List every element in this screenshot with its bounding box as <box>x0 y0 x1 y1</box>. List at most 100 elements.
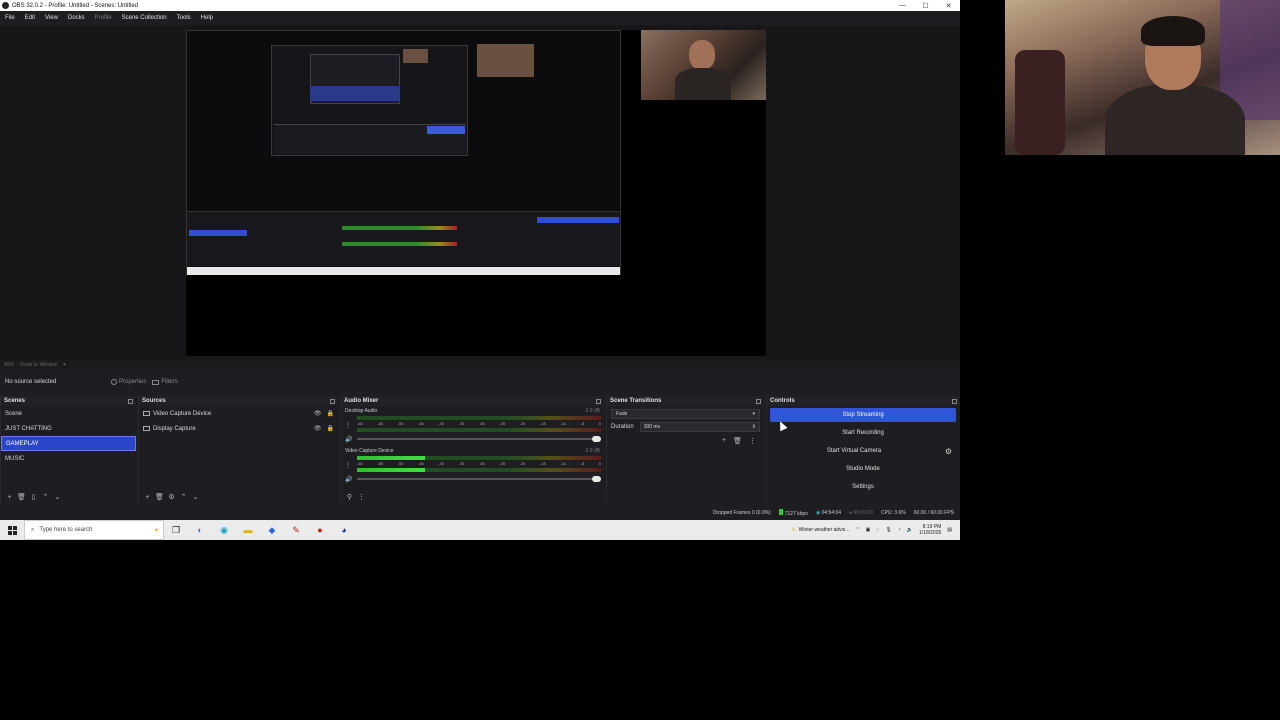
add-icon[interactable]: + <box>143 494 152 501</box>
lock-icon[interactable]: 🔒 <box>327 425 334 432</box>
weather-widget[interactable]: ⚠ Winter weather advis... <box>791 527 849 533</box>
volume-slider[interactable] <box>357 436 601 442</box>
transition-select[interactable]: Fade ▾ <box>611 409 760 419</box>
menu-dots-icon[interactable]: ⋮ <box>357 493 366 501</box>
arrow-up-icon[interactable]: ⌃ <box>41 493 50 501</box>
steam-icon[interactable]: ◕ <box>332 525 356 535</box>
scene-item[interactable]: JUST CHATTING <box>1 421 136 436</box>
lock-icon[interactable]: 🔒 <box>327 410 334 417</box>
start-virtual-camera-button[interactable]: Start Virtual Camera <box>770 444 938 458</box>
source-item[interactable]: Video Capture Device 👁 🔒 <box>139 406 338 421</box>
duration-input[interactable]: 300 ms ⇕ <box>639 422 760 432</box>
arrow-down-icon[interactable]: ⌄ <box>191 493 200 501</box>
pen-app-icon[interactable]: ✎ <box>284 525 308 536</box>
notification-icon[interactable]: ▤ <box>947 527 952 533</box>
close-button[interactable]: ✕ <box>937 2 960 10</box>
meter-tick-label: -55 <box>377 461 384 466</box>
taskbar-search[interactable]: ⌕ Type here to search ✦ <box>24 520 164 540</box>
source-item[interactable]: Display Capture 👁 🔒 <box>139 421 338 436</box>
menu-dots-icon[interactable]: ⋮ <box>749 437 756 445</box>
gear-icon[interactable]: ⚙ <box>167 493 176 501</box>
eye-icon[interactable]: 👁 <box>314 425 322 432</box>
menu-scene-collection[interactable]: Scene Collection <box>117 15 172 21</box>
gear-icon[interactable]: ⚙ <box>945 444 952 458</box>
filters-button[interactable]: Filters <box>152 379 178 385</box>
eye-icon[interactable]: 👁 <box>314 410 322 417</box>
undock-icon[interactable] <box>756 398 761 404</box>
menu-profile[interactable]: Profile <box>90 15 117 21</box>
menu-view[interactable]: View <box>40 15 63 21</box>
meter-tick-label: -20 <box>519 421 526 426</box>
stop-streaming-button[interactable]: Stop Streaming <box>770 408 956 422</box>
start-button[interactable] <box>0 525 24 535</box>
audio-mixer-dock: Audio Mixer Desktop Audio 0.0 dB -60 -55 -… <box>340 396 604 504</box>
scene-item-selected[interactable]: GAMEPLAY <box>1 436 136 451</box>
task-view-icon[interactable]: ❐ <box>164 525 188 536</box>
transition-toolbar: + 🗑 ⋮ <box>607 437 764 445</box>
menu-docks[interactable]: Docks <box>63 15 90 21</box>
microphone-icon[interactable]: 🎙 <box>885 527 891 533</box>
network-icon[interactable]: ◌ <box>876 527 879 533</box>
windows-logo-icon <box>7 525 17 535</box>
arrow-up-icon[interactable]: ⌃ <box>179 493 188 501</box>
dropped-frames: Dropped Frames 0 (0.0%) <box>712 509 771 516</box>
volume-icon[interactable]: 🔈 <box>907 527 913 533</box>
copilot-app-icon[interactable]: ◐ <box>188 525 212 535</box>
add-icon[interactable]: + <box>722 437 726 445</box>
preview-canvas[interactable] <box>186 30 766 356</box>
fps-readout: 60.00 / 60.00 FPS <box>913 509 954 516</box>
scene-item[interactable]: MUSIC <box>1 451 136 466</box>
speaker-icon[interactable]: 🔊 <box>345 476 352 483</box>
store-icon[interactable]: ◆ <box>260 525 284 536</box>
menu-edit[interactable]: Edit <box>20 15 40 21</box>
meter-ticks: -60 -55 -50 -45 -40 -35 -30 -25 -20 -15 -10 -5 0 <box>357 461 601 466</box>
scale-mode[interactable]: Scale to Window <box>20 362 57 368</box>
video-capture-preview <box>641 30 766 100</box>
undock-icon[interactable] <box>952 398 957 404</box>
camera-icon <box>143 411 150 416</box>
spinner-icon[interactable]: ⇕ <box>752 424 756 430</box>
file-explorer-icon[interactable]: ▬ <box>236 525 260 535</box>
advanced-audio-icon[interactable]: ⚲ <box>345 493 354 501</box>
chevron-down-icon: ▾ <box>752 411 755 417</box>
channel-menu-icon[interactable]: ⋮ <box>345 462 351 469</box>
volume-slider[interactable] <box>357 476 601 482</box>
bitrate-status: 7127 kbps <box>778 508 808 517</box>
undock-icon[interactable] <box>596 398 601 404</box>
add-icon[interactable]: + <box>5 494 14 501</box>
menu-tools[interactable]: Tools <box>172 15 196 21</box>
menu-help[interactable]: Help <box>196 15 218 21</box>
studio-mode-button[interactable]: Studio Mode <box>770 462 956 476</box>
zoom-level[interactable]: 45% <box>4 362 14 368</box>
scene-item[interactable]: Scene <box>1 406 136 421</box>
trash-icon[interactable]: 🗑 <box>733 437 742 445</box>
tray-app-icon[interactable]: ▣ <box>866 527 871 533</box>
trash-icon[interactable]: 🗑 <box>17 493 26 501</box>
settings-button[interactable]: Settings <box>770 480 956 494</box>
meter-tick-label: -5 <box>580 461 585 466</box>
start-recording-button[interactable]: Start Recording <box>770 426 956 440</box>
scene-transitions-dock: Scene Transitions Fade ▾ Duration 300 ms… <box>606 396 764 504</box>
minimize-button[interactable]: — <box>891 2 914 9</box>
obs-taskbar-icon[interactable]: ● <box>308 525 332 535</box>
no-source-label: No source selected <box>5 379 57 385</box>
arrow-down-icon[interactable]: ⌄ <box>53 493 62 501</box>
channel-menu-icon[interactable]: ⋮ <box>345 422 351 429</box>
filter-icon[interactable]: ▯ <box>29 493 38 501</box>
clock[interactable]: 8:19 PM 1/18/2026 <box>919 524 941 536</box>
monitor-icon <box>143 426 150 431</box>
sources-header: Sources <box>139 396 338 406</box>
transition-selected: Fade <box>616 411 628 417</box>
properties-button[interactable]: Properties <box>111 379 146 385</box>
menu-file[interactable]: File <box>0 15 20 21</box>
maximize-button[interactable]: ☐ <box>914 2 937 10</box>
meter-tick-label: -15 <box>539 461 546 466</box>
edge-icon[interactable]: ◉ <box>212 525 236 536</box>
speaker-icon[interactable]: 🔊 <box>345 436 352 443</box>
undock-icon[interactable] <box>128 398 133 404</box>
chevron-up-icon[interactable]: ⌃ <box>855 527 859 533</box>
trash-icon[interactable]: 🗑 <box>155 493 164 501</box>
undock-icon[interactable] <box>330 398 335 404</box>
wifi-icon[interactable]: ◔ <box>898 527 901 533</box>
chevron-down-icon[interactable]: ▾ <box>63 362 66 368</box>
